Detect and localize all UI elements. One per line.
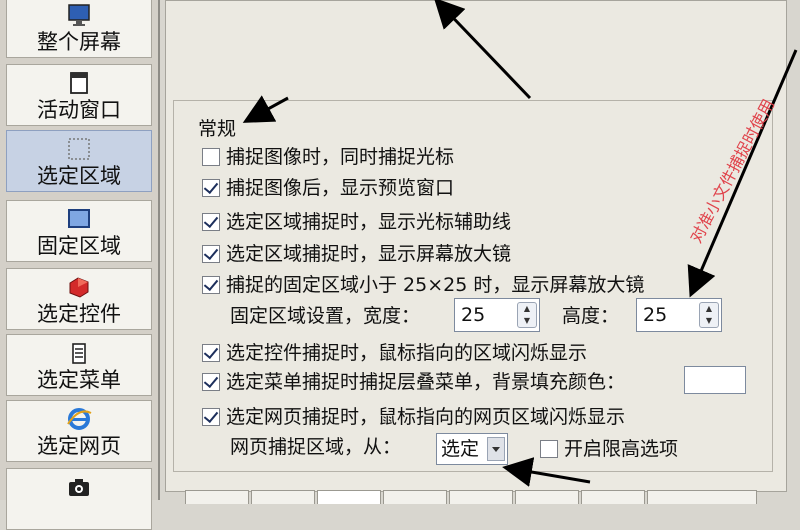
web-region-select-value: 选定 <box>441 438 480 460</box>
background-color-picker[interactable] <box>684 366 746 394</box>
fixed-region-height-label: 高度： <box>562 305 620 327</box>
ie-icon <box>67 408 92 430</box>
height-spinbox[interactable]: 25 ▲ ▼ <box>636 298 722 332</box>
option-label: 捕捉图像时，同时捕捉光标 <box>226 146 455 168</box>
checkbox[interactable] <box>202 148 220 166</box>
option-fixed-magnifier[interactable]: 捕捉的固定区域小于 25×25 时，显示屏幕放大镜 <box>202 271 644 299</box>
option-control-flash[interactable]: 选定控件捕捉时，鼠标指向的区域闪烁显示 <box>202 339 587 367</box>
tab-5[interactable] <box>449 490 513 504</box>
tab-7[interactable] <box>581 490 645 504</box>
tab-1[interactable] <box>185 490 249 504</box>
option-capture-cursor[interactable]: 捕捉图像时，同时捕捉光标 <box>202 143 454 171</box>
window-icon <box>70 72 88 94</box>
sidebar-item-active-window[interactable]: 活动窗口 <box>6 64 152 126</box>
width-spin-buttons[interactable]: ▲ ▼ <box>517 302 537 328</box>
monitor-icon <box>68 4 90 26</box>
option-region-magnifier[interactable]: 选定区域捕捉时，显示屏幕放大镜 <box>202 240 511 268</box>
option-label: 选定控件捕捉时，鼠标指向的区域闪烁显示 <box>226 342 588 364</box>
panel-upper-area <box>166 1 778 93</box>
sidebar-item-label: 选定控件 <box>37 302 121 326</box>
option-label: 选定区域捕捉时，显示光标辅助线 <box>226 211 512 233</box>
sidebar-item-label: 选定网页 <box>37 434 121 458</box>
sidebar-item-label: 选定菜单 <box>37 368 121 392</box>
option-show-preview[interactable]: 捕捉图像后，显示预览窗口 <box>202 174 454 202</box>
tab-4[interactable] <box>383 490 447 504</box>
option-cascade-menu[interactable]: 选定菜单捕捉时捕捉层叠菜单，背景填充颜色： <box>202 368 625 396</box>
checkbox[interactable] <box>202 408 220 426</box>
up-arrow-icon[interactable]: ▲ <box>518 303 536 315</box>
option-label: 捕捉图像后，显示预览窗口 <box>226 177 455 199</box>
checkbox[interactable] <box>540 440 558 458</box>
checkbox[interactable] <box>202 245 220 263</box>
tab-2[interactable] <box>251 490 315 504</box>
chevron-down-icon[interactable] <box>487 437 505 461</box>
down-arrow-icon[interactable]: ▼ <box>700 315 718 327</box>
tab-6[interactable] <box>515 490 579 504</box>
sidebar-item-camera[interactable] <box>6 468 152 530</box>
width-spinbox[interactable]: 25 ▲ ▼ <box>454 298 540 332</box>
region-select-icon <box>68 138 90 160</box>
up-arrow-icon[interactable]: ▲ <box>700 303 718 315</box>
camera-icon <box>69 479 89 496</box>
option-cursor-guides[interactable]: 选定区域捕捉时，显示光标辅助线 <box>202 208 511 236</box>
menu-icon <box>72 343 86 364</box>
option-height-limit[interactable]: 开启限高选项 <box>540 435 678 463</box>
option-label: 捕捉的固定区域小于 25×25 时，显示屏幕放大镜 <box>226 274 645 296</box>
option-label: 选定网页捕捉时，鼠标指向的网页区域闪烁显示 <box>226 406 626 428</box>
web-region-select[interactable]: 选定 <box>436 433 508 465</box>
checkbox[interactable] <box>202 373 220 391</box>
fixed-region-width-label: 固定区域设置，宽度： <box>230 305 421 327</box>
sidebar-item-label: 选定区域 <box>37 164 121 188</box>
checkbox[interactable] <box>202 276 220 294</box>
settings-tab-strip <box>185 490 785 504</box>
sidebar-item-label: 活动窗口 <box>37 98 121 122</box>
sidebar-item-full-screen[interactable]: 整个屏幕 <box>6 0 152 58</box>
sidebar-item-select-control[interactable]: 选定控件 <box>6 268 152 330</box>
option-label: 选定菜单捕捉时捕捉层叠菜单，背景填充颜色： <box>226 371 626 393</box>
capture-mode-toolbar: 整个屏幕 活动窗口 选定区域 固定区域 选定控件 选定菜单 选定网页 <box>0 0 160 530</box>
option-label: 选定区域捕捉时，显示屏幕放大镜 <box>226 243 512 265</box>
general-group-title: 常规 <box>196 114 239 141</box>
sidebar-item-select-webpage[interactable]: 选定网页 <box>6 400 152 462</box>
option-label: 开启限高选项 <box>564 438 679 460</box>
sidebar-item-select-region[interactable]: 选定区域 <box>6 130 152 192</box>
web-region-label: 网页捕捉区域，从： <box>230 436 402 458</box>
tab-8[interactable] <box>647 490 757 504</box>
height-value: 25 <box>643 304 668 326</box>
sidebar-item-select-menu[interactable]: 选定菜单 <box>6 334 152 396</box>
checkbox[interactable] <box>202 179 220 197</box>
option-webpage-flash[interactable]: 选定网页捕捉时，鼠标指向的网页区域闪烁显示 <box>202 403 625 431</box>
control-icon <box>69 277 89 298</box>
sidebar-item-label: 整个屏幕 <box>37 30 121 54</box>
down-arrow-icon[interactable]: ▼ <box>518 315 536 327</box>
checkbox[interactable] <box>202 213 220 231</box>
fixed-region-icon <box>68 209 90 228</box>
width-value: 25 <box>461 304 486 326</box>
checkbox[interactable] <box>202 344 220 362</box>
height-spin-buttons[interactable]: ▲ ▼ <box>699 302 719 328</box>
sidebar-item-fixed-region[interactable]: 固定区域 <box>6 200 152 262</box>
tab-3[interactable] <box>317 490 381 504</box>
sidebar-item-label: 固定区域 <box>37 234 121 258</box>
